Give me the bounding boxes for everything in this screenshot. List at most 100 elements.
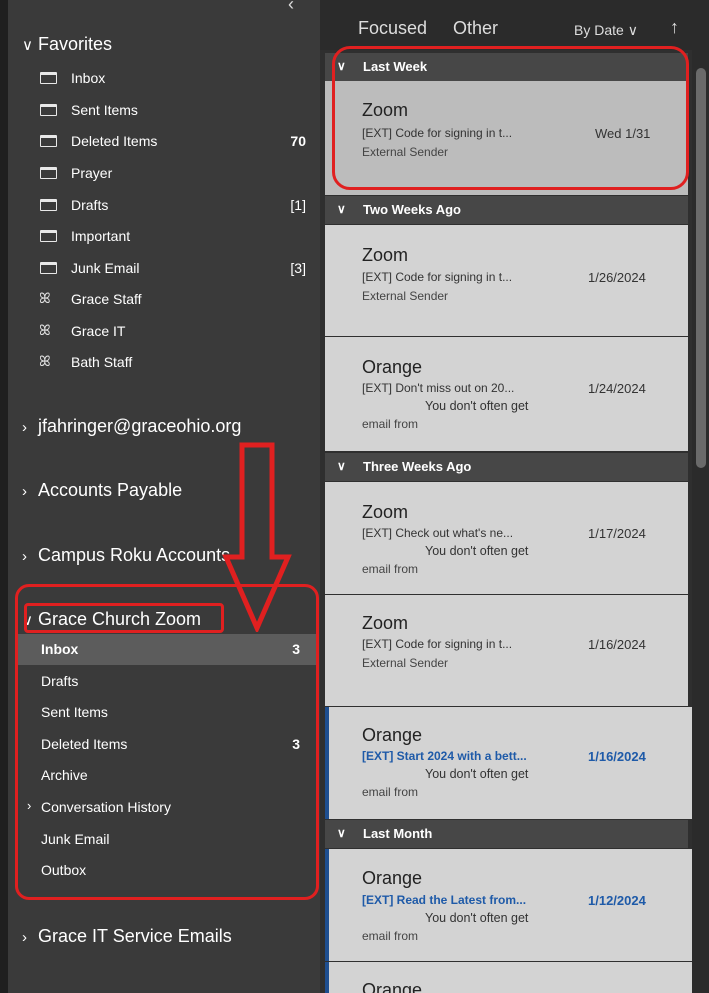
message-item[interactable]: Zoom [EXT] Code for signing in t... Wed … (325, 81, 688, 195)
chevron-down-icon: ∨ (337, 459, 346, 473)
sort-direction-icon[interactable]: ↑ (670, 17, 679, 38)
message-subject: [EXT] Start 2024 with a bett... (362, 749, 527, 763)
chevron-right-icon: › (22, 419, 27, 436)
message-sender: Zoom (362, 100, 409, 120)
message-item[interactable]: Zoom [EXT] Check out what's ne... 1/17/2… (325, 482, 688, 594)
section-header[interactable]: ∨ Three Weeks Ago (325, 453, 688, 481)
message-sender: Zoom (362, 245, 409, 265)
message-preview: External Sender (362, 656, 449, 670)
item-count: [3] (290, 260, 306, 276)
favorite-prayer[interactable]: Prayer (40, 163, 310, 189)
account-grace-church-zoom[interactable]: ∨ Grace Church Zoom (22, 609, 201, 630)
message-item[interactable]: Zoom [EXT] Code for signing in t... 1/16… (325, 595, 688, 706)
message-preview: You don't often get (425, 544, 529, 558)
account-jfahringer[interactable]: › jfahringer@graceohio.org (22, 416, 241, 437)
message-date: 1/16/2024 (588, 637, 646, 652)
zoom-folder-sent-items[interactable]: Sent Items (16, 697, 318, 728)
favorite-sent-items[interactable]: Sent Items (40, 100, 310, 126)
message-preview: You don't often get (425, 767, 529, 781)
chevron-down-icon: ∨ (337, 826, 346, 840)
folder-icon (40, 72, 57, 84)
folder-icon (40, 104, 57, 116)
zoom-folder-drafts[interactable]: Drafts (16, 666, 318, 697)
account-accounts-payable[interactable]: › Accounts Payable (22, 480, 182, 501)
chevron-right-icon: › (22, 929, 27, 946)
section-header[interactable]: ∨ Two Weeks Ago (325, 196, 688, 224)
chevron-down-icon: ∨ (337, 202, 346, 216)
message-preview-cont: email from (362, 417, 419, 431)
message-item-unread[interactable]: Orange [EXT] Start 2024 with a bett... 1… (325, 707, 692, 819)
favorite-inbox[interactable]: Inbox (40, 68, 310, 94)
message-subject: [EXT] Code for signing in t... (362, 126, 513, 140)
favorites-header[interactable]: ∨ Favorites (22, 34, 112, 55)
favorite-label: Bath Staff (71, 354, 133, 370)
message-item[interactable]: Zoom [EXT] Code for signing in t... 1/26… (325, 225, 688, 336)
account-grace-it-service[interactable]: › Grace IT Service Emails (22, 926, 232, 947)
message-preview-cont: email from (362, 562, 419, 576)
account-campus-roku[interactable]: › Campus Roku Accounts (22, 545, 230, 566)
sort-dropdown[interactable]: By Date ∨ (574, 22, 638, 39)
folder-icon (40, 262, 57, 274)
message-preview: You don't often get (425, 911, 529, 925)
message-item[interactable]: Orange [EXT] Don't miss out on 20... 1/2… (325, 337, 688, 451)
tab-other[interactable]: Other (453, 18, 498, 39)
message-date: 1/24/2024 (588, 381, 646, 396)
favorite-label: Junk Email (71, 260, 140, 276)
favorite-deleted-items[interactable]: Deleted Items 70 (40, 131, 310, 157)
message-subject: [EXT] Check out what's ne... (362, 526, 514, 540)
message-item-unread[interactable]: Orange (325, 962, 692, 993)
folder-icon (40, 199, 57, 211)
section-header[interactable]: ∨ Last Month (325, 820, 688, 848)
zoom-folder-outbox[interactable]: Outbox (16, 855, 318, 886)
message-list-pane: Focused Other By Date ∨ ↑ ∨ Last Week Zo… (320, 0, 709, 993)
chevron-right-icon[interactable]: › (27, 798, 31, 813)
message-subject: [EXT] Don't miss out on 20... (362, 381, 515, 395)
favorite-label: Prayer (71, 165, 113, 181)
favorite-label: Important (71, 228, 131, 244)
favorite-label: Inbox (71, 70, 106, 86)
favorite-grace-it[interactable]: ꕤ Grace IT (39, 321, 310, 347)
section-header[interactable]: ∨ Last Week (325, 53, 688, 81)
message-preview: External Sender (362, 289, 449, 303)
pane-edge (0, 0, 8, 993)
message-sender: Zoom (362, 613, 409, 633)
folder-pane: ‹ ∨ Favorites Inbox Sent Items Deleted It… (0, 0, 320, 993)
message-date: 1/17/2024 (588, 526, 646, 541)
unread-count: 3 (292, 736, 300, 752)
folder-icon (40, 167, 57, 179)
chevron-down-icon: ∨ (627, 22, 638, 38)
zoom-folder-archive[interactable]: Archive (16, 760, 318, 791)
tab-focused[interactable]: Focused (358, 18, 427, 39)
favorite-important[interactable]: Important (40, 226, 310, 252)
item-count: [1] (290, 197, 306, 213)
zoom-folder-junk-email[interactable]: Junk Email (16, 824, 318, 855)
chevron-down-icon: ∨ (22, 612, 33, 629)
favorite-junk-email[interactable]: Junk Email [3] (40, 258, 310, 284)
favorite-label: Grace IT (71, 323, 126, 339)
chevron-right-icon: › (22, 548, 27, 565)
favorite-drafts[interactable]: Drafts [1] (40, 195, 310, 221)
chevron-right-icon: › (22, 483, 27, 500)
message-date: Wed 1/31 (595, 126, 651, 141)
message-preview: You don't often get (425, 399, 529, 413)
group-icon: ꕤ (39, 290, 51, 306)
message-sender: Orange (362, 357, 423, 377)
favorite-grace-staff[interactable]: ꕤ Grace Staff (39, 289, 310, 315)
unread-count: 3 (292, 641, 300, 657)
scrollbar-thumb[interactable] (696, 68, 706, 468)
zoom-folder-deleted-items[interactable]: Deleted Items 3 (16, 729, 318, 760)
favorite-bath-staff[interactable]: ꕤ Bath Staff (39, 352, 310, 378)
zoom-folder-inbox[interactable]: Inbox 3 (16, 634, 318, 665)
favorite-label: Drafts (71, 197, 109, 213)
message-sender: Orange (362, 868, 423, 888)
zoom-folder-conversation-history[interactable]: › Conversation History (16, 792, 318, 823)
collapse-pane-icon[interactable]: ‹ (288, 0, 294, 15)
annotation-arrow-icon (222, 442, 292, 632)
message-subject: [EXT] Code for signing in t... (362, 637, 513, 651)
message-date: 1/26/2024 (588, 270, 646, 285)
message-item-unread[interactable]: Orange [EXT] Read the Latest from... 1/1… (325, 849, 692, 961)
message-subject: [EXT] Code for signing in t... (362, 270, 513, 284)
favorite-label: Sent Items (71, 102, 138, 118)
list-header: Focused Other By Date ∨ ↑ (320, 0, 709, 50)
group-icon: ꕤ (39, 353, 51, 369)
